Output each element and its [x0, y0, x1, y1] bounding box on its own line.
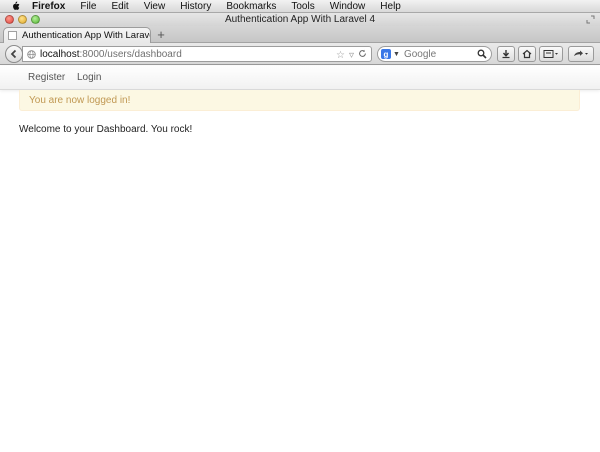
url-host: localhost	[40, 48, 80, 60]
social-share-button[interactable]	[568, 46, 594, 62]
fullscreen-icon[interactable]	[586, 15, 595, 24]
page-favicon-icon	[8, 31, 17, 40]
menu-help[interactable]: Help	[380, 0, 401, 13]
bookmarks-menu-icon	[543, 50, 558, 58]
google-icon[interactable]: g	[381, 49, 391, 59]
url-actions: ☆ ▿	[332, 49, 367, 61]
macos-menu-bar: Firefox File Edit View History Bookmarks…	[0, 0, 600, 13]
url-bar[interactable]: localhost:8000/users/dashboard ☆ ▿	[22, 46, 372, 62]
page-content: Register Login You are now logged in! We…	[0, 66, 600, 452]
history-dropdown-icon[interactable]: ▿	[349, 50, 354, 61]
bookmark-star-icon[interactable]: ☆	[336, 50, 345, 61]
menu-history[interactable]: History	[180, 0, 211, 13]
url-path: :8000/users/dashboard	[79, 48, 182, 60]
back-arrow-icon	[10, 49, 17, 59]
reload-icon[interactable]	[358, 49, 367, 61]
window-title-bar: Authentication App With Laravel 4	[0, 13, 600, 26]
navigation-toolbar: localhost:8000/users/dashboard ☆ ▿ g ▼ G…	[0, 43, 600, 65]
search-placeholder: Google	[403, 48, 437, 60]
site-navbar: Register Login	[0, 66, 600, 90]
site-identity-icon[interactable]	[27, 49, 36, 59]
downloads-button[interactable]	[497, 46, 515, 62]
menu-file[interactable]: File	[80, 0, 96, 13]
menu-bookmarks[interactable]: Bookmarks	[226, 0, 276, 13]
search-bar[interactable]: g ▼ Google	[377, 46, 492, 62]
tab-active[interactable]: Authentication App With Larave...	[3, 27, 151, 43]
success-alert: You are now logged in!	[19, 90, 580, 111]
menu-firefox[interactable]: Firefox	[32, 0, 65, 13]
url-text: localhost:8000/users/dashboard	[40, 49, 182, 60]
tab-strip: Authentication App With Larave... +	[0, 26, 600, 43]
bookmarks-toolbar-button[interactable]	[539, 46, 563, 62]
window-title: Authentication App With Laravel 4	[224, 14, 376, 25]
register-link[interactable]: Register	[28, 72, 65, 83]
tab-label: Authentication App With Larave...	[22, 30, 150, 41]
search-engine-dropdown-icon[interactable]: ▼	[393, 51, 400, 58]
new-tab-button[interactable]: +	[154, 28, 168, 41]
menu-tools[interactable]: Tools	[291, 0, 314, 13]
apple-icon[interactable]	[10, 1, 20, 12]
menu-edit[interactable]: Edit	[111, 0, 128, 13]
share-arrow-icon	[574, 50, 588, 56]
welcome-message: Welcome to your Dashboard. You rock!	[19, 124, 193, 135]
menu-view[interactable]: View	[144, 0, 166, 13]
home-button[interactable]	[518, 46, 536, 62]
home-icon	[522, 49, 532, 59]
search-icon[interactable]	[477, 49, 487, 59]
back-button[interactable]	[5, 45, 23, 63]
login-link[interactable]: Login	[77, 72, 101, 83]
download-arrow-icon	[502, 50, 510, 59]
menu-window[interactable]: Window	[330, 0, 366, 13]
